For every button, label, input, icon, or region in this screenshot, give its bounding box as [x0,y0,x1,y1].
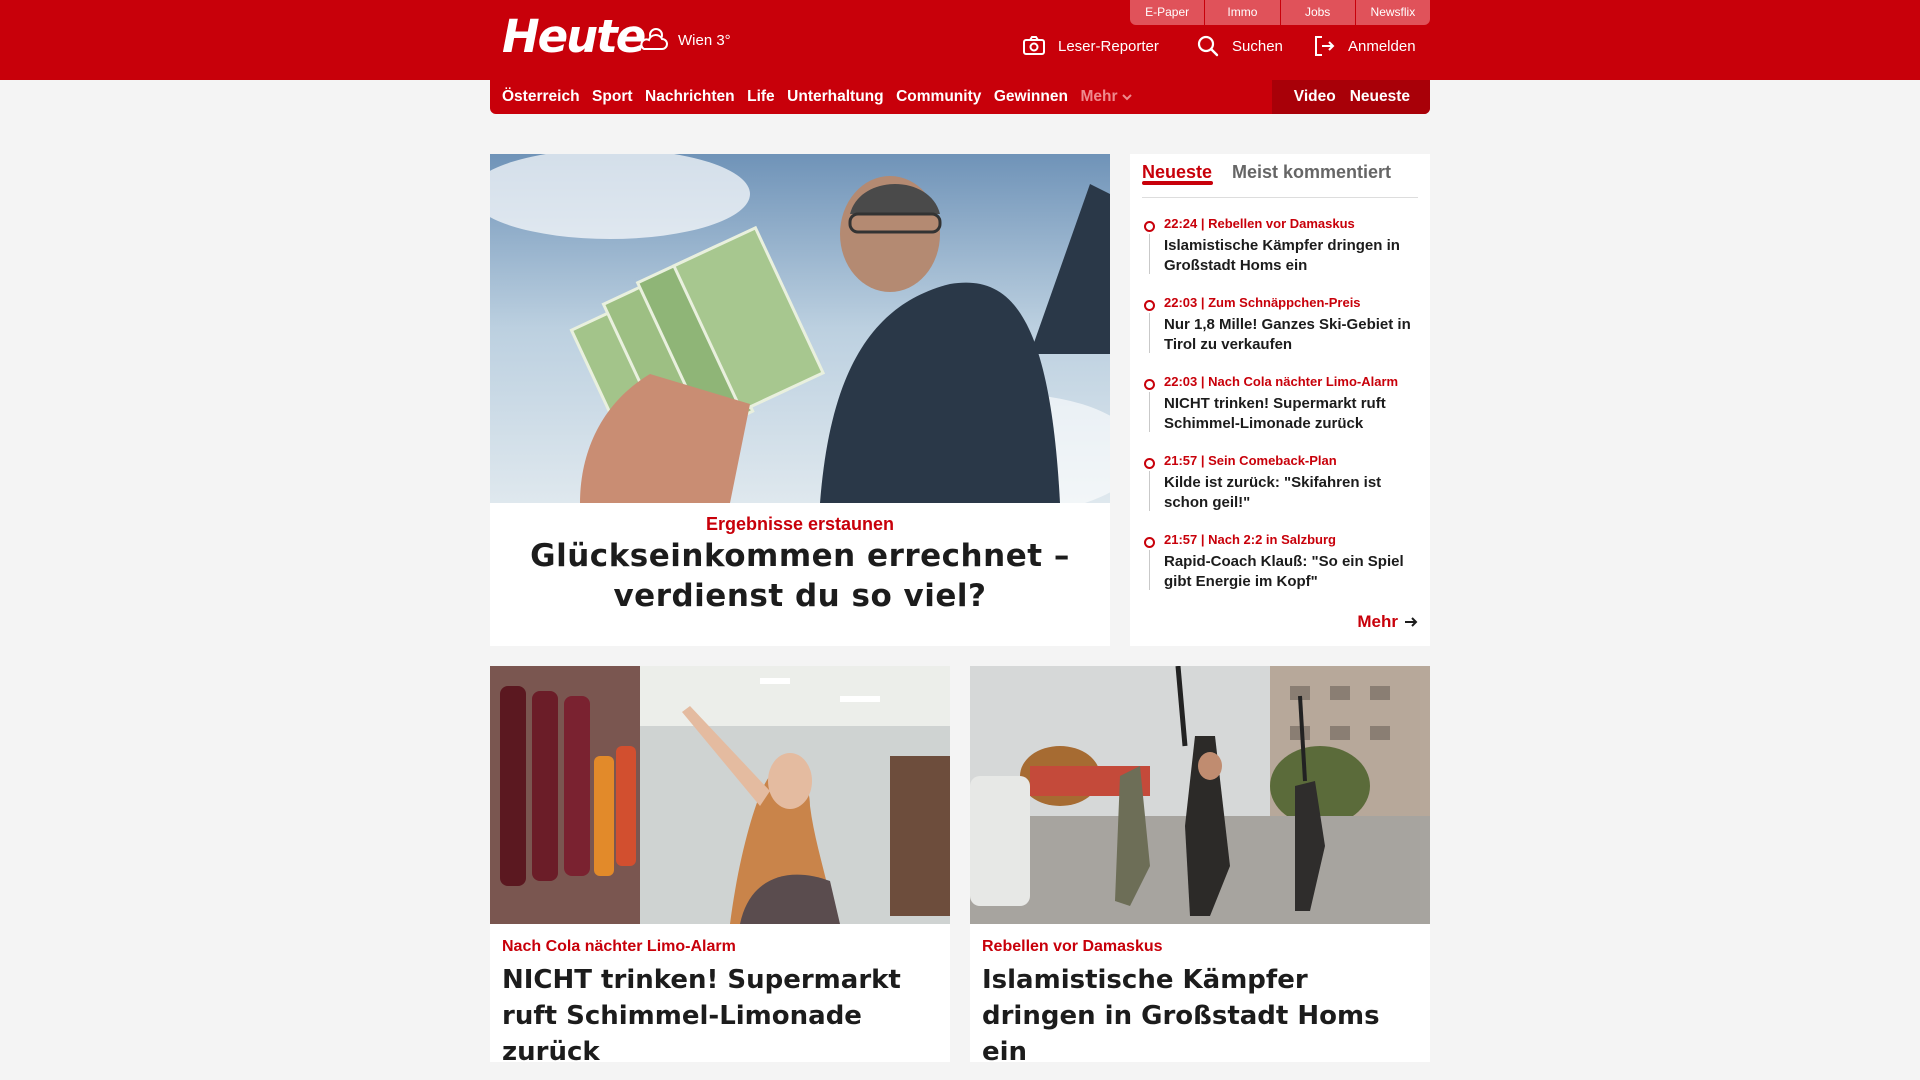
nav-item-unterhaltung[interactable]: Unterhaltung [787,88,883,106]
sidebar-more-link[interactable]: Mehr [1357,612,1418,632]
news-list-item[interactable]: 22:03 | Zum Schnäppchen-Preis Nur 1,8 Mi… [1144,295,1424,357]
login-label: Anmelden [1348,37,1416,55]
site-logo[interactable]: Heute [502,12,646,62]
main-nav: Österreich Sport Nachrichten Life Unterh… [490,80,1430,114]
news-list-item[interactable]: 21:57 | Sein Comeback-Plan Kilde ist zur… [1144,453,1424,515]
nav-item-oesterreich[interactable]: Österreich [502,88,580,106]
news-meta: 21:57 | Nach 2:2 in Salzburg [1164,532,1336,547]
news-title[interactable]: Kilde ist zurück: "Skifahren ist schon g… [1164,473,1420,513]
article-image[interactable] [970,666,1430,924]
timeline-line [1149,313,1150,353]
top-tabs: E-Paper Immo Jobs Newsflix [1130,0,1430,25]
nav-item-sport[interactable]: Sport [592,88,632,106]
weather-cloud-icon [640,28,668,50]
site-header: Heute Wien 3° E-Paper Immo Jobs Newsflix… [0,0,1920,80]
top-tab-newsflix[interactable]: Newsflix [1355,0,1430,25]
top-tab-immo[interactable]: Immo [1205,0,1281,25]
leser-reporter-button[interactable]: Leser-Reporter [1022,33,1159,59]
search-button[interactable]: Suchen [1196,33,1283,59]
news-title[interactable]: Nur 1,8 Mille! Ganzes Ski-Gebiet in Tiro… [1164,315,1420,355]
nav-item-nachrichten[interactable]: Nachrichten [645,88,735,106]
timeline-dot [1144,379,1155,390]
news-meta: 21:57 | Sein Comeback-Plan [1164,453,1337,468]
timeline-line [1149,550,1150,590]
nav-item-life[interactable]: Life [747,88,775,106]
article-card[interactable]: Rebellen vor Damaskus Islamistische Kämp… [970,666,1430,1067]
nav-more-dropdown[interactable]: Mehr [1080,88,1133,106]
news-title[interactable]: Islamistische Kämpfer dringen in Großsta… [1164,236,1420,276]
arrow-right-icon [1405,617,1418,627]
timeline-line [1149,392,1150,432]
sidebar-more-label: Mehr [1357,612,1398,631]
news-title[interactable]: Rapid-Coach Klauß: "So ein Spiel gibt En… [1164,552,1420,592]
nav-neueste[interactable]: Neueste [1350,88,1410,106]
search-icon [1197,35,1219,57]
article-card[interactable]: Nach Cola nächter Limo-Alarm NICHT trink… [490,666,950,1067]
sidebar-tabs: Neueste Meist kommentiert [1142,154,1418,198]
article-title[interactable]: NICHT trinken! Supermarkt ruft Schimmel-… [502,962,938,1070]
timeline-dot [1144,221,1155,232]
news-meta: 22:24 | Rebellen vor Damaskus [1164,216,1355,231]
chevron-down-icon [1122,94,1133,101]
timeline-line [1149,234,1150,274]
timeline-dot [1144,300,1155,311]
news-meta: 22:03 | Nach Cola nächter Limo-Alarm [1164,374,1399,389]
news-list-item[interactable]: 21:57 | Nach 2:2 in Salzburg Rapid-Coach… [1144,532,1424,594]
login-icon [1315,36,1335,56]
search-label: Suchen [1232,37,1283,55]
hero-kicker: Ergebnisse erstaunen [705,514,895,534]
hero-title[interactable]: Glückseinkommen errechnet – verdienst du… [530,536,1070,616]
tab-neueste-label: Neueste [1142,162,1213,182]
latest-news-sidebar: Neueste Meist kommentiert 22:24 | Rebell… [1130,154,1430,646]
news-list-item[interactable]: 22:24 | Rebellen vor Damaskus Islamistis… [1144,216,1424,278]
nav-item-gewinnen[interactable]: Gewinnen [994,88,1068,106]
article-kicker: Nach Cola nächter Limo-Alarm [502,938,736,955]
login-button[interactable]: Anmelden [1312,33,1416,59]
timeline-dot [1144,458,1155,469]
nav-video[interactable]: Video [1294,88,1336,106]
tab-neueste[interactable]: Neueste [1142,162,1213,185]
hero-article[interactable]: Ergebnisse erstaunen Glückseinkommen err… [490,154,1110,646]
article-title[interactable]: Islamistische Kämpfer dringen in Großsta… [982,962,1418,1070]
top-tab-epaper[interactable]: E-Paper [1130,0,1206,25]
nav-more-label: Mehr [1080,88,1118,105]
top-tab-jobs[interactable]: Jobs [1280,0,1356,25]
weather-widget[interactable]: Wien 3° [638,24,731,56]
nav-right-group: Video Neueste [1272,80,1430,114]
weather-text: Wien 3° [678,31,731,49]
timeline-line [1149,471,1150,511]
article-image[interactable] [490,666,950,924]
news-meta: 22:03 | Zum Schnäppchen-Preis [1164,295,1361,310]
timeline-dot [1144,537,1155,548]
tab-active-indicator [1142,181,1213,185]
news-title[interactable]: NICHT trinken! Supermarkt ruft Schimmel-… [1164,394,1420,434]
hero-image[interactable] [490,154,1110,503]
tab-meist-kommentiert[interactable]: Meist kommentiert [1232,162,1391,183]
news-list-item[interactable]: 22:03 | Nach Cola nächter Limo-Alarm NIC… [1144,374,1424,436]
camera-icon [1023,36,1045,55]
nav-item-community[interactable]: Community [896,88,981,106]
leser-reporter-label: Leser-Reporter [1058,37,1159,55]
article-kicker: Rebellen vor Damaskus [982,938,1163,955]
